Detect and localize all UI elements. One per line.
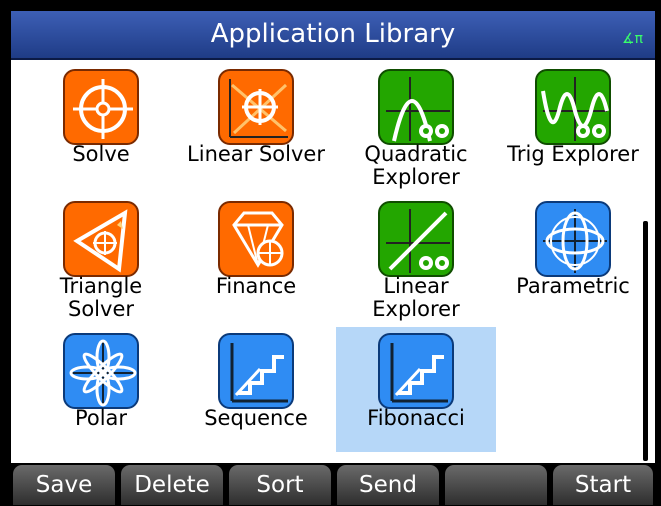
delete-button[interactable]: Delete <box>121 465 223 505</box>
diamond-icon <box>218 201 294 277</box>
app-label: Sequence <box>204 406 308 430</box>
app-quadratic-explorer[interactable]: Quadratic Explorer <box>336 63 496 189</box>
triangle-target-icon <box>63 201 139 277</box>
app-solve[interactable]: Solve <box>21 63 181 188</box>
app-linear-solver[interactable]: Linear Solver <box>176 63 336 188</box>
send-button[interactable]: Send <box>337 465 439 505</box>
staircase-icon <box>218 333 294 409</box>
target-icon <box>63 69 139 145</box>
app-finance[interactable]: Finance <box>176 195 336 320</box>
blank-menu-key <box>445 465 547 505</box>
scrollbar[interactable] <box>643 221 648 461</box>
app-label-line1: Quadratic <box>364 142 468 166</box>
calculator-bezel: Application Library ∡π Solve Linear Solv… <box>0 0 661 506</box>
app-parametric[interactable]: Parametric <box>493 195 653 320</box>
app-label-line1: Linear <box>383 274 449 298</box>
parabola-binoculars-icon <box>378 69 454 145</box>
staircase-icon <box>378 333 454 409</box>
title-bar: Application Library ∡π <box>11 11 655 60</box>
wave-binoculars-icon <box>535 69 611 145</box>
linear-target-icon <box>218 69 294 145</box>
line-binoculars-icon <box>378 201 454 277</box>
app-linear-explorer[interactable]: Linear Explorer <box>336 195 496 321</box>
polar-rose-icon <box>63 333 139 409</box>
app-label: Linear Solver <box>187 142 325 166</box>
app-label-line2: Solver <box>68 297 134 321</box>
app-label: Fibonacci <box>367 406 465 430</box>
menu-bar: Save Delete Sort Send Start <box>11 463 655 506</box>
angle-mode-indicator: ∡π <box>622 31 643 47</box>
calculator-screen: Application Library ∡π Solve Linear Solv… <box>11 11 655 506</box>
app-label: Parametric <box>516 274 630 298</box>
window-title: Application Library <box>210 19 456 49</box>
app-label: Polar <box>74 406 128 430</box>
app-label: Finance <box>215 274 297 298</box>
parametric-curve-icon <box>535 201 611 277</box>
app-polar[interactable]: Polar <box>21 327 181 452</box>
app-label: Trig Explorer <box>507 142 639 166</box>
app-label-line2: Explorer <box>372 165 460 189</box>
app-label-line1: Triangle <box>59 274 143 298</box>
app-sequence[interactable]: Sequence <box>176 327 336 452</box>
app-fibonacci[interactable]: Fibonacci <box>336 327 496 452</box>
sort-button[interactable]: Sort <box>229 465 331 505</box>
app-label: Solve <box>72 142 130 166</box>
start-button[interactable]: Start <box>553 465 653 505</box>
save-button[interactable]: Save <box>13 465 115 505</box>
app-triangle-solver[interactable]: Triangle Solver <box>21 195 181 321</box>
app-trig-explorer[interactable]: Trig Explorer <box>493 63 653 188</box>
app-label-line2: Explorer <box>372 297 460 321</box>
